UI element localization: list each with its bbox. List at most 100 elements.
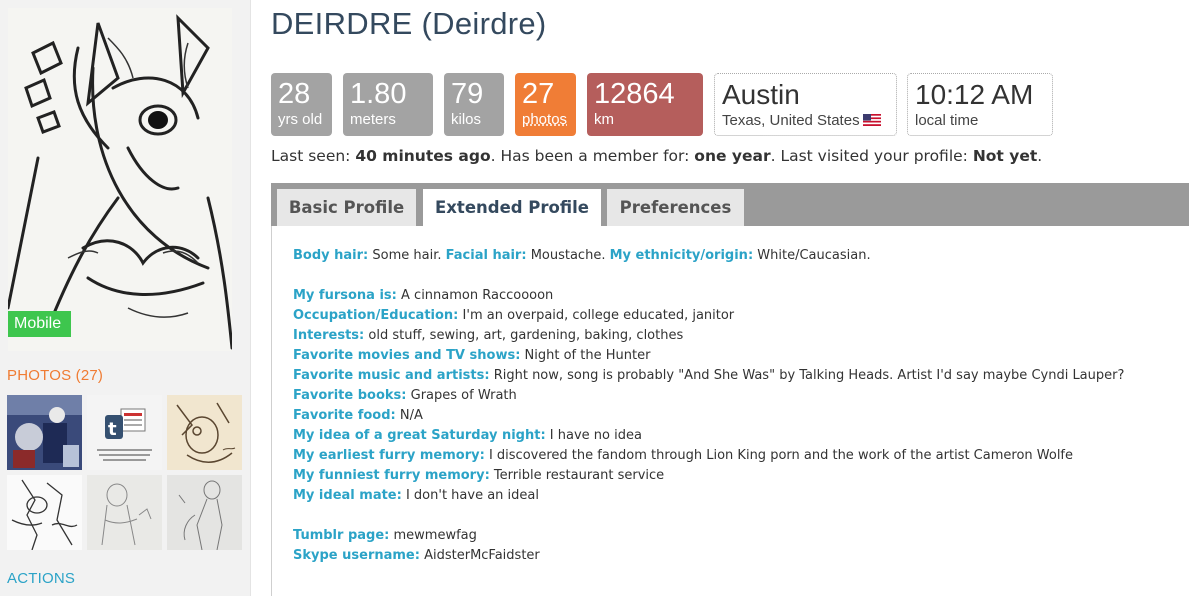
photo-thumbnail-image (167, 395, 242, 470)
tab-extended-profile[interactable]: Extended Profile (423, 189, 601, 226)
weight-stat: 79 kilos (444, 73, 504, 136)
interests-value: old stuff, sewing, art, gardening, bakin… (368, 328, 684, 343)
skype-row: Skype username: AidsterMcFaidster (293, 548, 540, 563)
food-label: Favorite food: (293, 408, 396, 423)
location-region: Texas, United States (722, 112, 860, 129)
photos-count: 27 (522, 78, 555, 110)
music-row: Favorite music and artists: Right now, s… (293, 368, 1124, 383)
photo-thumbnail-image (167, 475, 242, 550)
food-value: N/A (399, 408, 423, 423)
photo-thumbnail[interactable] (7, 475, 82, 550)
local-time-label: local time (915, 112, 979, 129)
funniest-memory-row: My funniest furry memory: Terrible resta… (293, 468, 664, 483)
movies-value: Night of the Hunter (524, 348, 651, 363)
saturday-value: I have no idea (549, 428, 642, 443)
books-row: Favorite books: Grapes of Wrath (293, 388, 517, 403)
age-stat: 28 yrs old (271, 73, 332, 136)
tumblr-value: mewmewfag (393, 528, 477, 543)
ethnicity-label: My ethnicity/origin: (609, 248, 754, 263)
tumblr-label: Tumblr page: (293, 528, 390, 543)
tab-basic-profile[interactable]: Basic Profile (277, 189, 416, 226)
member-value: one year (694, 147, 771, 165)
earliest-memory-label: My earliest furry memory: (293, 448, 485, 463)
photo-thumbnail[interactable] (7, 395, 82, 470)
profile-tabbar: Basic Profile Extended Profile Preferenc… (271, 183, 1189, 226)
member-label: . Has been a member for: (490, 147, 695, 165)
avatar-sketch-image (8, 8, 232, 351)
profile-name: DEIRDRE (Deirdre) (271, 6, 547, 41)
saturday-row: My idea of a great Saturday night: I hav… (293, 428, 642, 443)
saturday-label: My idea of a great Saturday night: (293, 428, 546, 443)
local-time-stat: 10:12 AM local time (907, 73, 1053, 136)
earliest-memory-value: I discovered the fandom through Lion Kin… (488, 448, 1074, 463)
last-seen-end: . (1037, 147, 1043, 165)
us-flag-icon (862, 112, 881, 126)
distance-value: 12864 (594, 78, 675, 110)
tumblr-row: Tumblr page: mewmewfag (293, 528, 477, 543)
movies-row: Favorite movies and TV shows: Night of t… (293, 348, 650, 363)
profile-avatar[interactable] (8, 8, 232, 351)
funniest-memory-label: My funniest furry memory: (293, 468, 490, 483)
photo-thumbnail[interactable]: t (87, 395, 162, 470)
age-value: 28 (278, 78, 311, 110)
fursona-row: My fursona is: A cinnamon Raccoooon (293, 288, 553, 303)
distance-stat: 12864 km (587, 73, 703, 136)
photo-thumbnail[interactable] (167, 395, 242, 470)
height-stat: 1.80 meters (343, 73, 433, 136)
skype-value: AidsterMcFaidster (424, 548, 540, 563)
location-region-row: Texas, United States (722, 111, 889, 131)
visited-value: Not yet (972, 147, 1038, 165)
appearance-row: Body hair: Some hair. Facial hair: Moust… (293, 248, 871, 263)
local-time-value: 10:12 AM (915, 79, 1034, 110)
last-seen-label: Last seen: (271, 147, 356, 165)
photo-thumbnail-image (7, 475, 82, 550)
music-label: Favorite music and artists: (293, 368, 490, 383)
fursona-label: My fursona is: (293, 288, 397, 303)
weight-value: 79 (451, 78, 484, 110)
skype-label: Skype username: (293, 548, 420, 563)
location-stat: Austin Texas, United States (714, 73, 897, 136)
food-row: Favorite food: N/A (293, 408, 423, 423)
height-value: 1.80 (350, 78, 407, 110)
photos-link[interactable]: photos (522, 110, 569, 130)
location-city: Austin (722, 79, 800, 110)
age-unit: yrs old (278, 111, 323, 128)
occupation-label: Occupation/Education: (293, 308, 459, 323)
photo-thumbnail-image (87, 475, 162, 550)
ideal-mate-label: My ideal mate: (293, 488, 402, 503)
occupation-row: Occupation/Education: I'm an overpaid, c… (293, 308, 734, 323)
movies-label: Favorite movies and TV shows: (293, 348, 521, 363)
earliest-memory-row: My earliest furry memory: I discovered t… (293, 448, 1073, 463)
photo-thumbnail[interactable] (167, 475, 242, 550)
tab-preferences[interactable]: Preferences (607, 189, 744, 226)
ethnicity-value: White/Caucasian. (757, 248, 871, 263)
last-seen-line: Last seen: 40 minutes ago. Has been a me… (271, 147, 1042, 165)
facial-hair-value: Moustache. (530, 248, 606, 263)
height-unit: meters (350, 111, 396, 128)
photo-thumbnail-image (7, 395, 82, 470)
occupation-value: I'm an overpaid, college educated, janit… (462, 308, 735, 323)
photos-stat-button[interactable]: 27 photos (515, 73, 576, 136)
left-sidebar: Mobile PHOTOS (27) t ACTIONS (0, 0, 251, 596)
last-seen-value: 40 minutes ago (355, 147, 491, 165)
fursona-value: A cinnamon Raccoooon (401, 288, 554, 303)
visited-label: . Last visited your profile: (770, 147, 973, 165)
weight-unit: kilos (451, 111, 482, 128)
ideal-mate-value: I don't have an ideal (405, 488, 539, 503)
body-hair-label: Body hair: (293, 248, 369, 263)
mobile-badge: Mobile (8, 311, 71, 337)
distance-unit: km (594, 111, 614, 128)
ideal-mate-row: My ideal mate: I don't have an ideal (293, 488, 539, 503)
books-value: Grapes of Wrath (410, 388, 517, 403)
interests-label: Interests: (293, 328, 365, 343)
interests-row: Interests: old stuff, sewing, art, garde… (293, 328, 683, 343)
extended-profile-panel: Body hair: Some hair. Facial hair: Moust… (271, 226, 1189, 596)
photo-thumbnail[interactable] (87, 475, 162, 550)
svg-text:t: t (108, 419, 117, 440)
music-value: Right now, song is probably "And She Was… (493, 368, 1125, 383)
photos-heading[interactable]: PHOTOS (27) (7, 367, 103, 384)
body-hair-value: Some hair. (372, 248, 442, 263)
photo-removed-image: t (87, 395, 162, 470)
funniest-memory-value: Terrible restaurant service (493, 468, 665, 483)
books-label: Favorite books: (293, 388, 407, 403)
